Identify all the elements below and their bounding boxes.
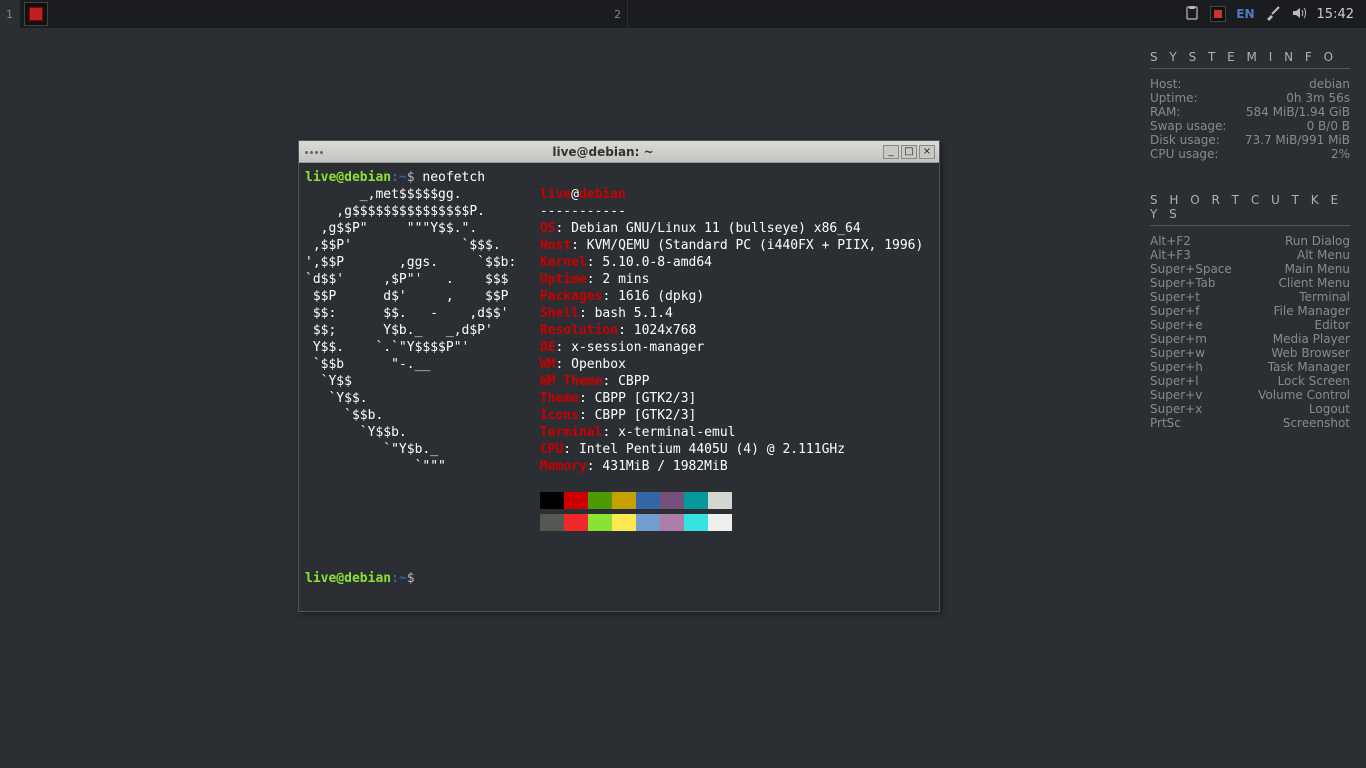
volume-icon[interactable] xyxy=(1291,5,1307,24)
keyboard-layout-indicator[interactable]: EN xyxy=(1236,7,1254,21)
shortcut-row: Super+vVolume Control xyxy=(1150,388,1350,402)
terminal-window: live@debian: ~ _ □ × live@debian:~$ neof… xyxy=(298,140,940,612)
shortcut-row: Alt+F2Run Dialog xyxy=(1150,234,1350,248)
shortcut-row: Super+fFile Manager xyxy=(1150,304,1350,318)
sysinfo-row: RAM:584 MiB/1.94 GiB xyxy=(1150,105,1350,119)
shortcut-row: Alt+F3Alt Menu xyxy=(1150,248,1350,262)
sysinfo-row: Swap usage:0 B/0 B xyxy=(1150,119,1350,133)
close-button[interactable]: × xyxy=(919,145,935,159)
record-icon[interactable] xyxy=(1210,6,1226,22)
system-tray: EN 15:42 xyxy=(1184,0,1366,28)
minimize-button[interactable]: _ xyxy=(883,145,899,159)
shortcut-row: PrtScScreenshot xyxy=(1150,416,1350,430)
sysinfo-row: Host:debian xyxy=(1150,77,1350,91)
shortcut-row: Super+eEditor xyxy=(1150,318,1350,332)
brush-icon[interactable] xyxy=(1265,5,1281,24)
sysinfo-row: Uptime:0h 3m 56s xyxy=(1150,91,1350,105)
shortcut-row: Super+xLogout xyxy=(1150,402,1350,416)
shortcut-row: Super+wWeb Browser xyxy=(1150,346,1350,360)
conky-panel: S Y S T E M I N F O Host:debianUptime:0h… xyxy=(1150,50,1350,462)
top-panel: 1 2 EN 15:42 xyxy=(0,0,1366,28)
taskbar-terminal-icon[interactable] xyxy=(24,2,48,26)
terminal-content[interactable]: live@debian:~$ neofetch _,met$$$$$gg. li… xyxy=(299,163,939,611)
shortcut-row: Super+hTask Manager xyxy=(1150,360,1350,374)
window-titlebar[interactable]: live@debian: ~ _ □ × xyxy=(299,141,939,163)
window-title: live@debian: ~ xyxy=(323,145,883,159)
sysinfo-heading: S Y S T E M I N F O xyxy=(1150,50,1350,69)
sysinfo-row: CPU usage:2% xyxy=(1150,147,1350,161)
shortcut-row: Super+lLock Screen xyxy=(1150,374,1350,388)
clipboard-icon[interactable] xyxy=(1184,5,1200,24)
shortcut-row: Super+tTerminal xyxy=(1150,290,1350,304)
clock[interactable]: 15:42 xyxy=(1317,7,1354,22)
sysinfo-row: Disk usage:73.7 MiB/991 MiB xyxy=(1150,133,1350,147)
workspace-switcher: 1 xyxy=(0,0,20,28)
workspace-2[interactable]: 2 xyxy=(608,0,628,28)
shortcut-row: Super+TabClient Menu xyxy=(1150,276,1350,290)
shortcuts-heading: S H O R T C U T K E Y S xyxy=(1150,193,1350,226)
shortcut-row: Super+mMedia Player xyxy=(1150,332,1350,346)
maximize-button[interactable]: □ xyxy=(901,145,917,159)
workspace-1[interactable]: 1 xyxy=(0,0,20,28)
window-menu-icon[interactable] xyxy=(299,150,323,154)
shortcut-row: Super+SpaceMain Menu xyxy=(1150,262,1350,276)
